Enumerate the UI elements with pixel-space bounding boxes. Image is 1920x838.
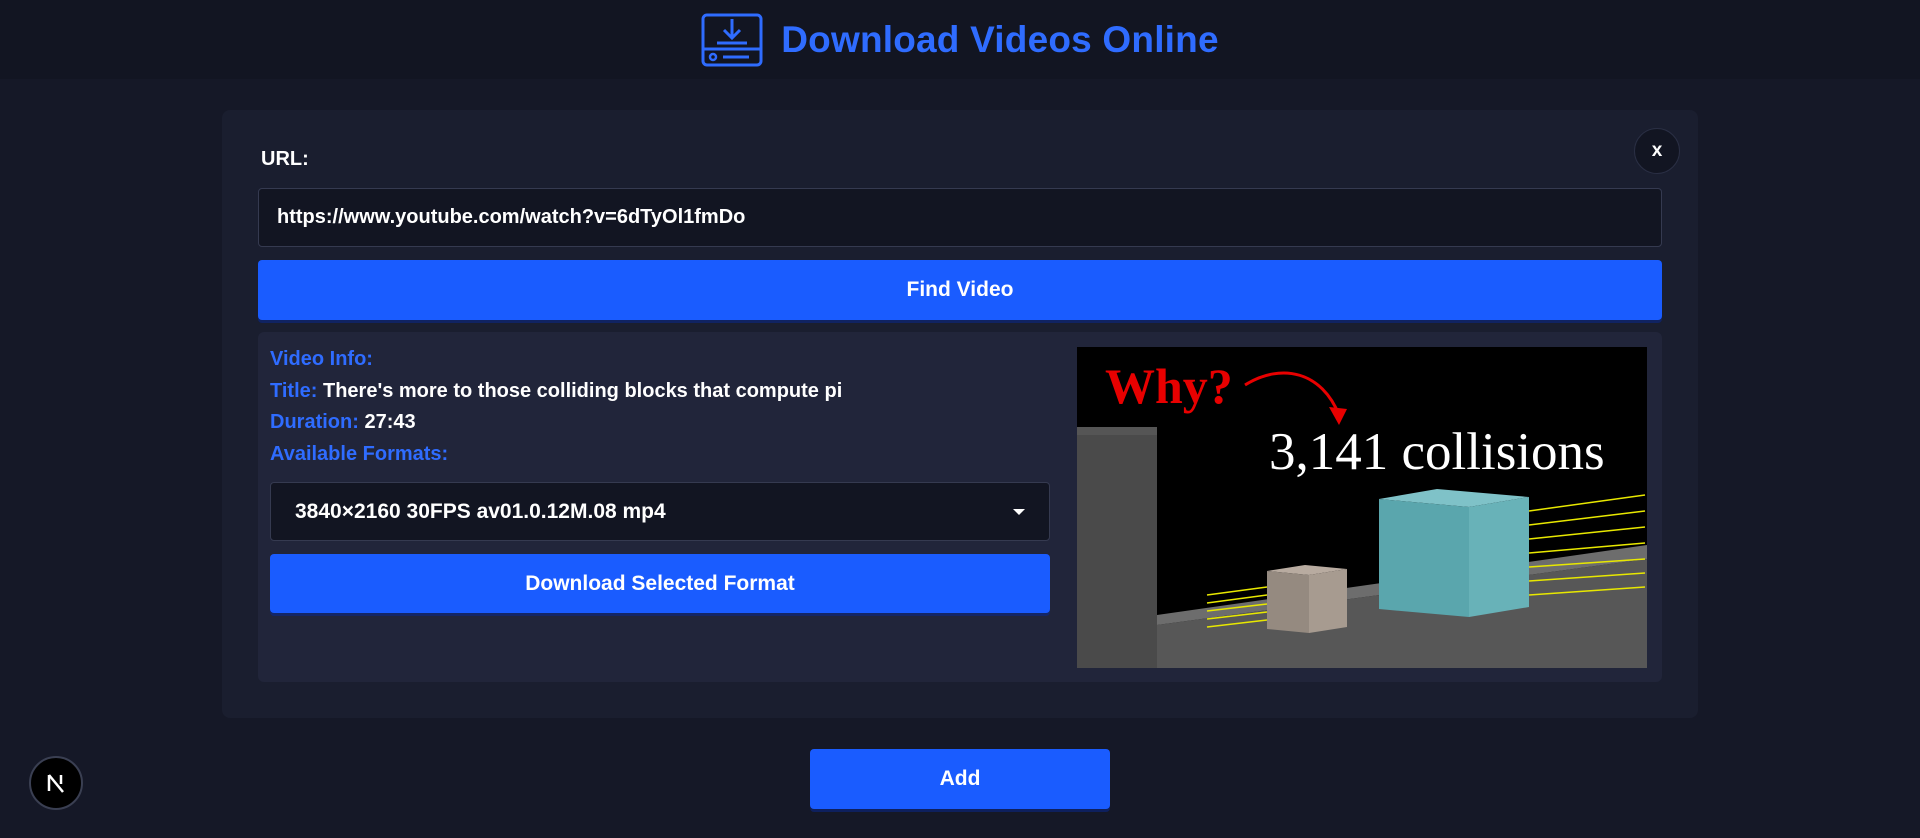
video-duration-row: Duration: 27:43 <box>270 411 416 434</box>
video-duration-label: Duration: <box>270 411 359 433</box>
format-select[interactable]: 3840×2160 30FPS av01.0.12M.08 mp4 <box>270 482 1050 541</box>
video-info-heading: Video Info: <box>270 348 373 370</box>
url-label: URL: <box>261 148 309 170</box>
find-video-button[interactable]: Find Video <box>258 260 1662 320</box>
video-title-row: Title: There's more to those colliding b… <box>270 380 842 403</box>
brand: Download Videos Online <box>701 13 1219 67</box>
available-formats-label: Available Formats: <box>270 443 449 465</box>
thumbnail-collisions-text: 3,141 collisions <box>1269 423 1605 481</box>
video-thumbnail: Why? 3,141 collisions <box>1077 347 1647 668</box>
n-logo-icon <box>47 774 64 793</box>
chevron-down-icon <box>1013 509 1025 515</box>
close-button[interactable]: x <box>1634 128 1680 174</box>
thumbnail-question-text: Why? <box>1105 358 1233 414</box>
download-selected-format-button[interactable]: Download Selected Format <box>270 554 1050 613</box>
video-duration-value: 27:43 <box>364 411 416 433</box>
top-bar: Download Videos Online <box>0 0 1920 79</box>
nextjs-logo-icon[interactable] <box>29 756 83 810</box>
page-title: Download Videos Online <box>781 18 1219 60</box>
video-title-value: There's more to those colliding blocks t… <box>322 380 843 402</box>
url-input[interactable] <box>258 188 1662 247</box>
add-button[interactable]: Add <box>810 749 1110 809</box>
video-title-label: Title: <box>270 380 318 402</box>
format-select-value: 3840×2160 30FPS av01.0.12M.08 mp4 <box>295 499 666 523</box>
download-box-icon <box>701 13 763 66</box>
